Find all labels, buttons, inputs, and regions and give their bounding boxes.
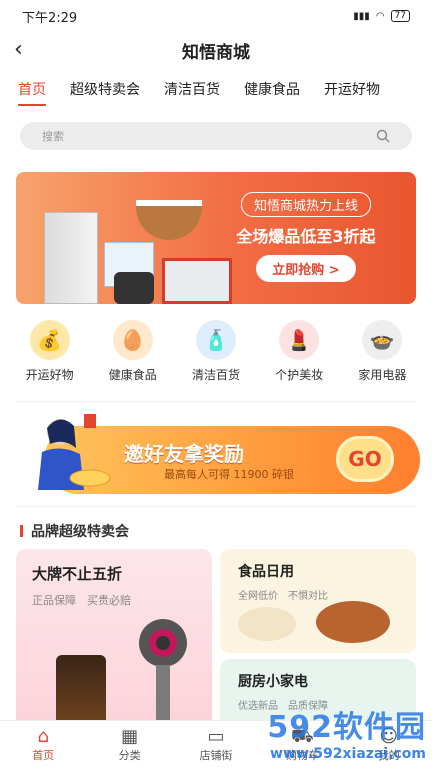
wifi-icon: ◠ [375,10,385,22]
hair-dryer-image [139,619,187,733]
card-subtitle: 全网低价 不惧对比 [238,591,328,602]
cart-icon: ⛟ [291,725,314,747]
search-bar-container: 搜索 [0,114,432,158]
category-health-food[interactable]: 🥚 健康食品 [94,320,172,383]
status-time: 下午2:29 [22,10,78,26]
woman-with-coins-image [38,414,111,490]
invite-banner[interactable]: 邀好友拿奖励 最高每人可得 11900 碎银 GO [16,401,420,507]
cleaner-icon: 🧴 [195,320,236,360]
search-input[interactable]: 搜索 [20,122,412,150]
fridge-image [44,212,98,304]
brand-sale-grid: 大牌不止五折 正品保障 买贵必赔 食品日用 全网低价 不惧对比 厨房小家电 优选… [0,549,432,739]
category-tabs: 首页 超级特卖会 清洁百货 健康食品 开运好物 [0,68,432,114]
banner-text: 知悟商城热力上线 全场爆品低至3折起 立即抢购 > [216,192,396,282]
brand-discount-card[interactable]: 大牌不止五折 正品保障 买贵必赔 [16,549,212,739]
store-icon: ▭ [207,725,225,747]
tab-super-sale[interactable]: 超级特卖会 [70,79,140,103]
food-icon: 🥚 [112,320,153,360]
card-title: 大牌不止五折 [32,565,123,583]
signal-icon: ▮▮▮ [353,10,370,22]
category-lucky[interactable]: 💰 开运好物 [11,320,89,383]
category-cosmetics[interactable]: 💄 个护美妆 [260,320,338,383]
tabbar-label: 购物车 [285,748,319,762]
category-label: 清洁百货 [191,368,240,382]
lucky-icon: 💰 [29,320,70,360]
banner-headline: 全场爆品低至3折起 [236,227,376,246]
category-appliance[interactable]: 🍲 家用电器 [343,320,421,383]
home-icon: ⌂ [37,725,49,747]
category-label: 家用电器 [358,368,407,382]
user-icon: ☺ [379,725,399,747]
bottom-tab-bar: ⌂ 首页 ▦ 分类 ▭ 店铺街 ⛟ 购物车 ☺ 我的 [0,720,432,768]
tabbar-label: 首页 [32,748,55,762]
tabbar-home[interactable]: ⌂ 首页 [3,725,83,763]
tabbar-label: 分类 [118,748,141,762]
tabbar-label: 店铺街 [199,748,233,762]
section-accent-bar [20,525,23,537]
tabbar-profile[interactable]: ☺ 我的 [349,725,429,763]
status-icons: ▮▮▮ ◠ 77 [353,10,410,22]
category-cleaning[interactable]: 🧴 清洁百货 [177,320,255,383]
home-content: 知悟商城热力上线 全场爆品低至3折起 立即抢购 > 💰 开运好物 🥚 健康食品 … [0,158,432,739]
tab-cleaning[interactable]: 清洁百货 [164,79,220,103]
tabbar-category[interactable]: ▦ 分类 [90,725,170,763]
cosmetics-icon: 💄 [279,320,320,360]
banner-tag: 知悟商城热力上线 [240,192,371,217]
back-icon[interactable]: ‹ [14,37,23,62]
go-button[interactable]: GO [336,436,394,482]
status-bar: 下午2:29 ▮▮▮ ◠ 77 [0,0,432,32]
card-title: 厨房小家电 [238,674,308,690]
rice-cooker-image [114,272,154,304]
food-daily-card[interactable]: 食品日用 全网低价 不惧对比 [220,549,416,653]
tab-lucky-goods[interactable]: 开运好物 [324,79,380,103]
section-header: 品牌超级特卖会 [0,507,432,549]
appliance-icon: 🍲 [362,320,403,360]
invite-subtitle: 最高每人可得 11900 碎银 [164,468,294,481]
battery-indicator: 77 [390,10,410,22]
nav-bar: ‹ 知悟商城 [0,32,432,68]
card-subtitle: 优选新品 品质保障 [238,701,328,712]
category-label: 开运好物 [25,368,74,382]
banner-products-image [44,200,234,304]
nut-bowl-image [136,200,202,240]
search-placeholder: 搜索 [42,130,64,143]
card-subtitle: 正品保障 买贵必赔 [32,594,131,607]
page-title: 知悟商城 [182,42,250,63]
promo-banner[interactable]: 知悟商城热力上线 全场爆品低至3折起 立即抢购 > [16,172,416,304]
walnuts-image [316,601,390,643]
category-grid: 💰 开运好物 🥚 健康食品 🧴 清洁百货 💄 个护美妆 🍲 家用电器 [0,304,432,393]
tabbar-label: 我的 [377,748,400,762]
section-title: 品牌超级特卖会 [31,524,129,540]
tab-health-food[interactable]: 健康食品 [244,79,300,103]
tabbar-cart[interactable]: ⛟ 购物车 [262,725,342,763]
eggs-image [238,607,296,641]
grid-icon: ▦ [121,725,139,747]
buy-now-button[interactable]: 立即抢购 > [256,255,356,282]
tab-home[interactable]: 首页 [18,79,46,106]
invite-title: 邀好友拿奖励 [124,442,244,466]
tabbar-store[interactable]: ▭ 店铺街 [176,725,256,763]
category-label: 健康食品 [108,368,157,382]
card-title: 食品日用 [238,564,294,580]
search-icon[interactable] [376,129,390,143]
category-label: 个护美妆 [275,368,324,382]
